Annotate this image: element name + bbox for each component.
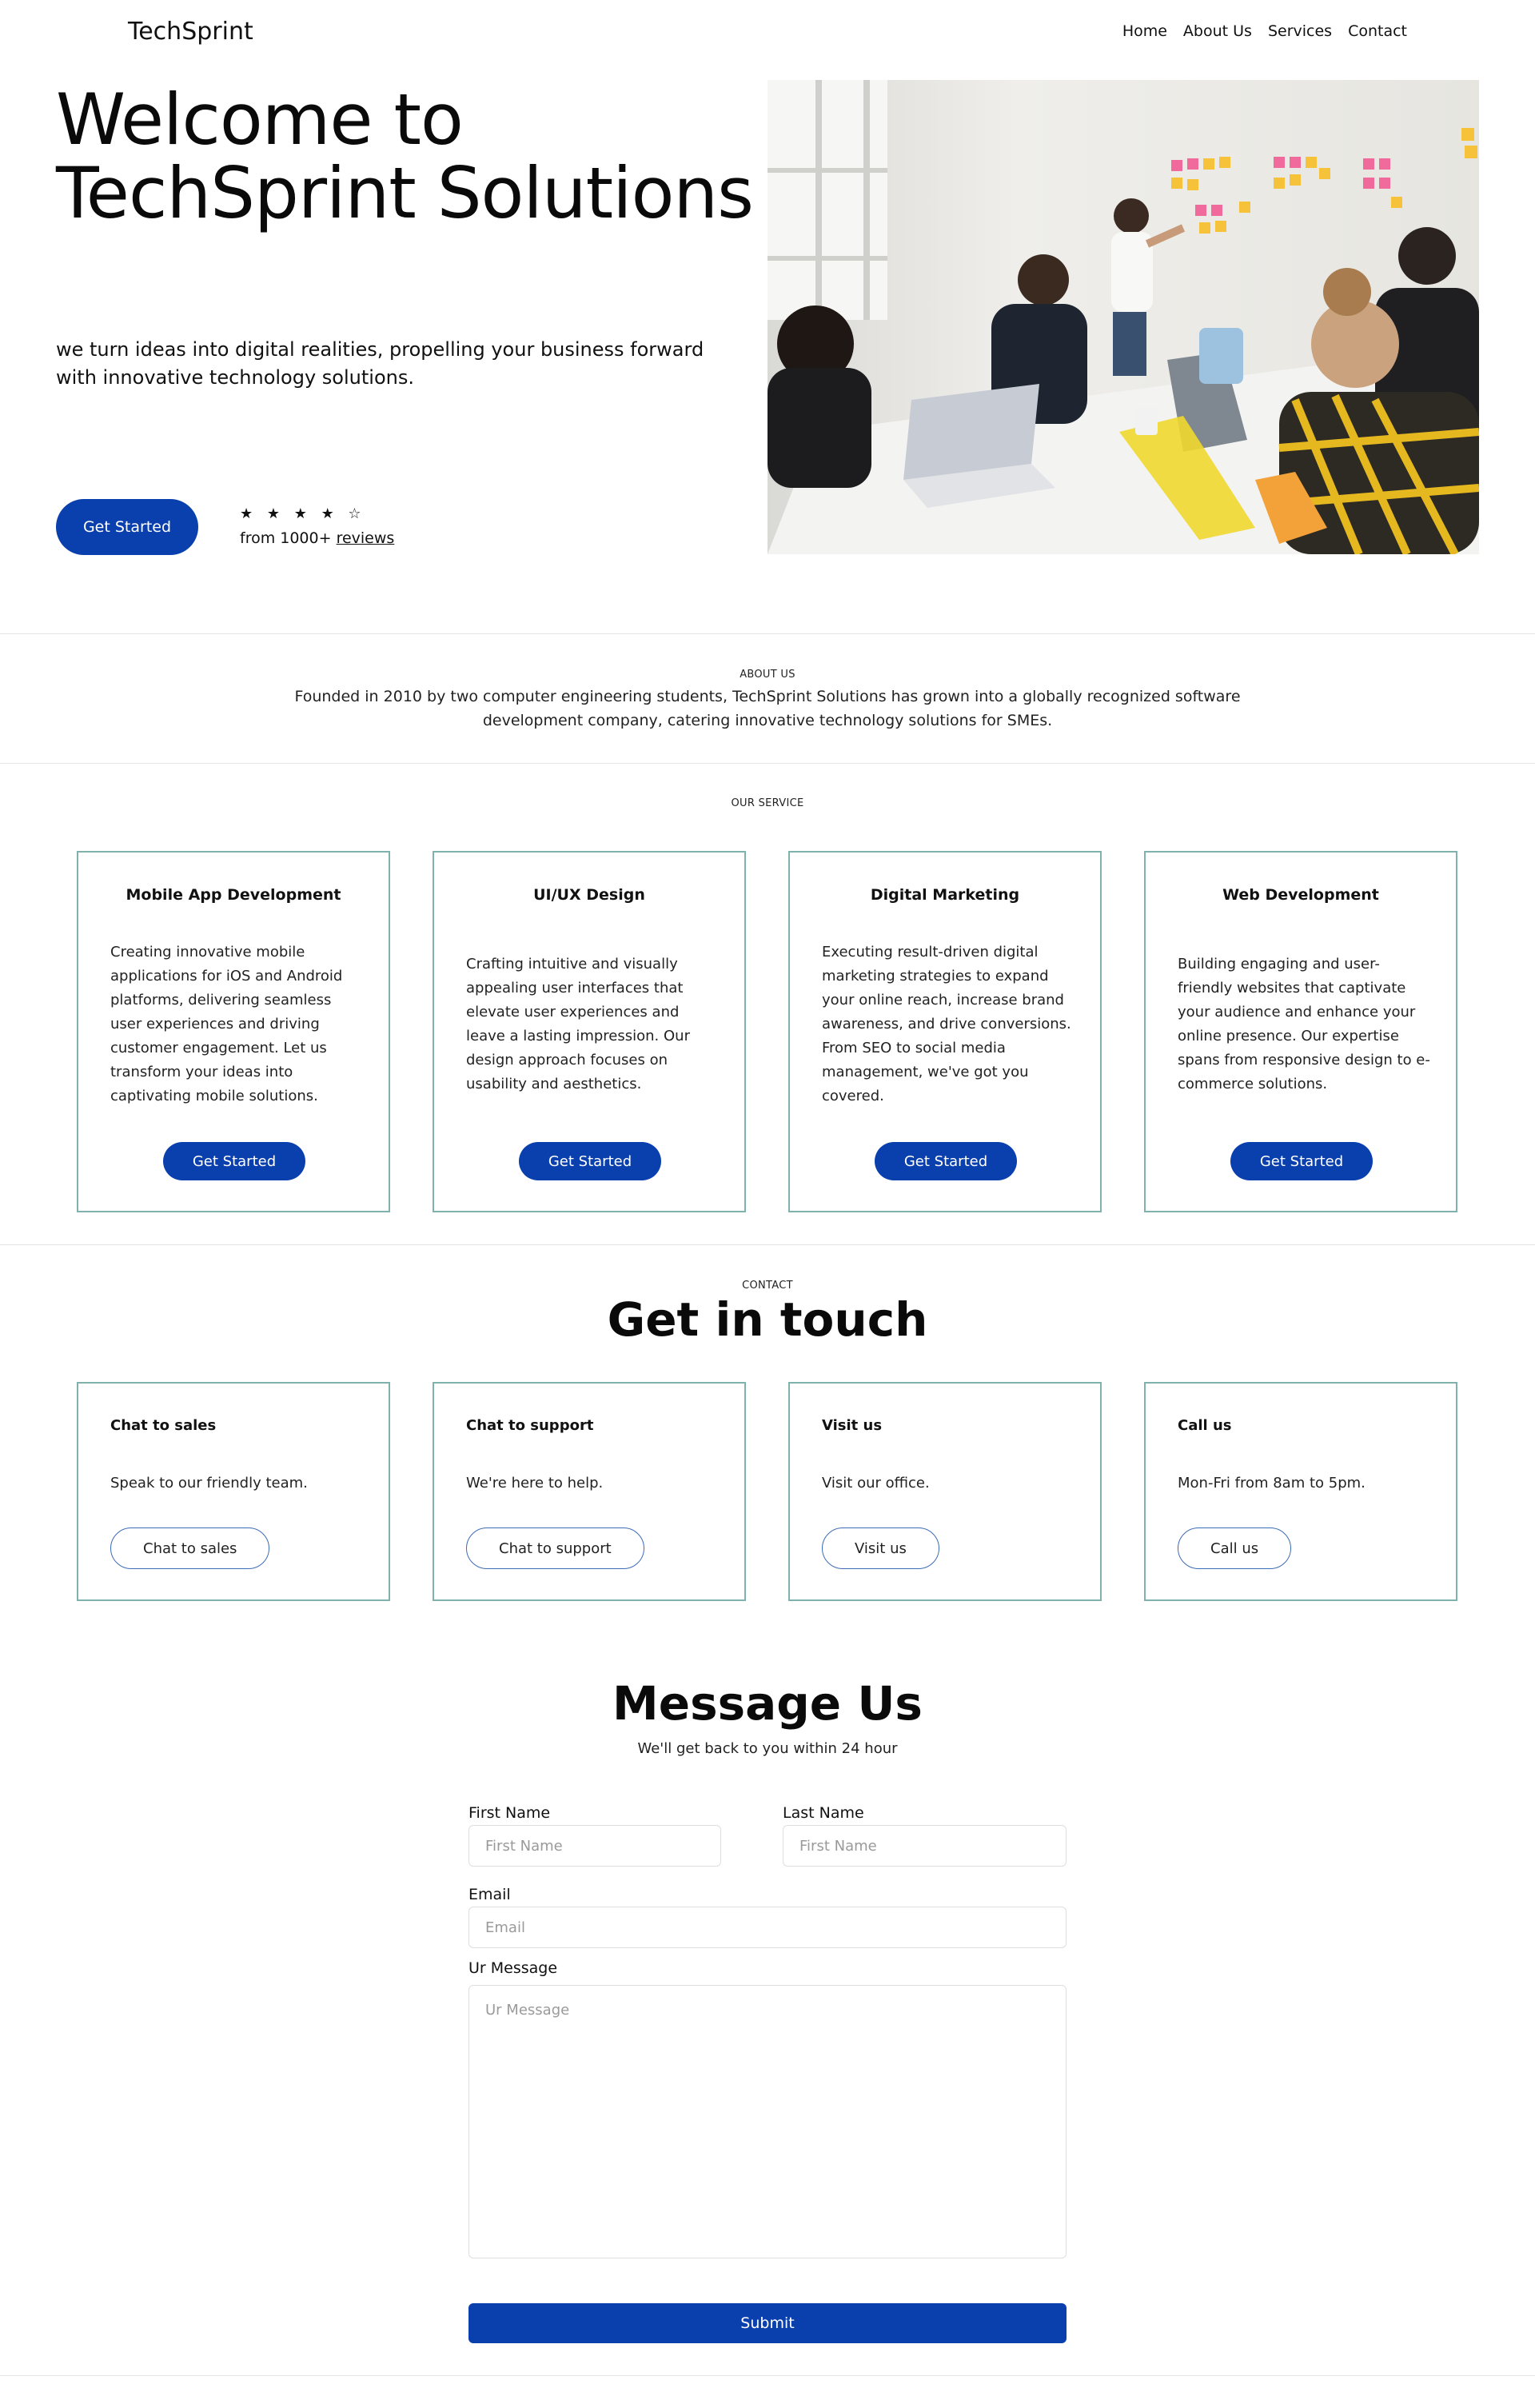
contact-card-title: Call us	[1178, 1417, 1232, 1434]
about-eyebrow: ABOUT US	[740, 669, 795, 681]
service-card-web: Web Development Building engaging and us…	[1144, 851, 1457, 1212]
contact-card-title: Chat to support	[466, 1417, 594, 1434]
hero-get-started-button[interactable]: Get Started	[56, 499, 198, 555]
hero-subtitle: we turn ideas into digital realities, pr…	[56, 338, 704, 389]
contact-card-description: Mon-Fri from 8am to 5pm.	[1178, 1475, 1366, 1492]
service-title: UI/UX Design	[533, 886, 645, 904]
service-title: Web Development	[1222, 886, 1379, 904]
hero-team-photo	[768, 80, 1479, 554]
section-divider	[0, 633, 1535, 634]
section-divider	[0, 2375, 1535, 2376]
service-title: Digital Marketing	[870, 886, 1020, 904]
service-get-started-button[interactable]: Get Started	[1230, 1142, 1373, 1180]
email-label: Email	[468, 1886, 511, 1903]
chat-to-support-button[interactable]: Chat to support	[466, 1527, 644, 1569]
service-title: Mobile App Development	[126, 886, 341, 904]
rating-prefix: from 1000+	[240, 529, 337, 547]
last-name-label: Last Name	[783, 1804, 864, 1822]
message-textarea[interactable]	[468, 1985, 1067, 2258]
call-us-button[interactable]: Call us	[1178, 1527, 1292, 1569]
nav-contact[interactable]: Contact	[1348, 22, 1407, 40]
message-subtitle: We'll get back to you within 24 hour	[637, 1740, 898, 1757]
nav-home[interactable]: Home	[1122, 22, 1167, 40]
contact-card-sales: Chat to sales Speak to our friendly team…	[77, 1382, 390, 1601]
service-description: Executing result-driven digital marketin…	[822, 944, 1071, 1104]
service-get-started-button[interactable]: Get Started	[519, 1142, 661, 1180]
last-name-input[interactable]	[783, 1825, 1067, 1867]
message-title: Message Us	[612, 1676, 923, 1731]
service-card-marketing: Digital Marketing Executing result-drive…	[788, 851, 1102, 1212]
chat-to-sales-button[interactable]: Chat to sales	[110, 1527, 270, 1569]
contact-card-visit: Visit us Visit our office. Visit us	[788, 1382, 1102, 1601]
contact-card-description: Speak to our friendly team.	[110, 1475, 308, 1492]
submit-button[interactable]: Submit	[468, 2303, 1067, 2343]
rating-stars: ★ ★ ★ ★ ☆	[240, 505, 366, 522]
rating-block: ★ ★ ★ ★ ☆ from 1000+ reviews	[240, 502, 394, 550]
contact-card-description: We're here to help.	[466, 1475, 604, 1492]
section-divider	[0, 1244, 1535, 1245]
rating-text: from 1000+ reviews	[240, 526, 394, 550]
first-name-label: First Name	[468, 1804, 551, 1822]
message-label: Ur Message	[468, 1959, 558, 1977]
contact-title: Get in touch	[607, 1292, 928, 1347]
contact-card-call: Call us Mon-Fri from 8am to 5pm. Call us	[1144, 1382, 1457, 1601]
contact-card-support: Chat to support We're here to help. Chat…	[433, 1382, 746, 1601]
contact-card-title: Chat to sales	[110, 1417, 217, 1434]
service-description: Crafting intuitive and visually appealin…	[466, 956, 690, 1092]
about-text: Founded in 2010 by two computer engineer…	[294, 688, 1241, 729]
reviews-link[interactable]: reviews	[337, 529, 395, 547]
service-card-uiux: UI/UX Design Crafting intuitive and visu…	[433, 851, 746, 1212]
service-description: Creating innovative mobile applications …	[110, 944, 343, 1104]
nav-services[interactable]: Services	[1268, 22, 1332, 40]
service-card-mobile: Mobile App Development Creating innovati…	[77, 851, 390, 1212]
brand-logo[interactable]: TechSprint	[128, 18, 253, 46]
visit-us-button[interactable]: Visit us	[822, 1527, 939, 1569]
contact-eyebrow: CONTACT	[742, 1280, 793, 1292]
service-get-started-button[interactable]: Get Started	[875, 1142, 1017, 1180]
service-description: Building engaging and user-friendly webs…	[1178, 956, 1430, 1092]
service-get-started-button[interactable]: Get Started	[163, 1142, 305, 1180]
section-divider	[0, 763, 1535, 764]
contact-card-title: Visit us	[822, 1417, 883, 1434]
main-nav: Home About Us Services Contact	[1122, 22, 1407, 40]
contact-card-description: Visit our office.	[822, 1475, 930, 1492]
hero-title: Welcome to TechSprint Solutions	[56, 78, 754, 234]
email-input[interactable]	[468, 1907, 1067, 1948]
team-meeting-image	[768, 80, 1479, 554]
nav-about-us[interactable]: About Us	[1183, 22, 1252, 40]
first-name-input[interactable]	[468, 1825, 721, 1867]
services-eyebrow: OUR SERVICE	[731, 797, 804, 809]
